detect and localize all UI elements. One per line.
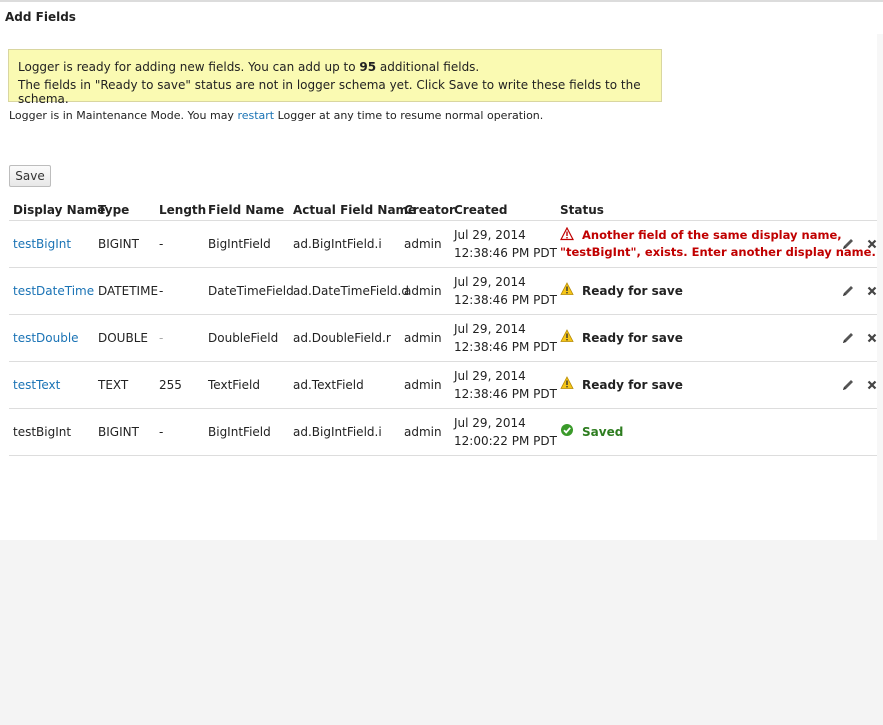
actual-field-name-cell: ad.DoubleField.r [289,314,400,362]
warning-triangle-icon [560,282,574,295]
actions-cell [831,361,879,409]
created-cell: Jul 29, 2014 12:38:46 PM PDT [450,267,557,315]
created-cell: Jul 29, 2014 12:38:46 PM PDT [450,220,557,268]
display-name-cell: testBigInt [9,408,94,456]
status-ready: Ready for save [560,282,831,298]
close-icon[interactable] [865,284,879,298]
table-row: testDateTime DATETIME - DateTimeField ad… [9,267,879,315]
header-actual-field-name[interactable]: Actual Field Name [289,199,416,221]
pencil-icon[interactable] [841,284,855,298]
field-name-cell: DoubleField [204,314,289,362]
length-cell: 255 [155,361,204,409]
warning-triangle-icon [560,376,574,389]
field-name-cell: TextField [204,361,289,409]
close-icon[interactable] [865,378,879,392]
table-header-row: Display Name Type Length Field Name Actu… [9,199,877,221]
length-cell: - [155,408,204,456]
header-created[interactable]: Created [450,199,556,221]
status-cell: Another field of the same display name, … [556,220,876,268]
header-field-name[interactable]: Field Name [204,199,289,221]
check-circle-icon [561,424,573,436]
close-icon[interactable] [865,331,879,345]
notice-count: 95 [359,60,377,74]
display-name-link[interactable]: testBigInt [13,237,71,251]
status-saved: Saved [560,424,831,439]
actions-cell [831,314,879,362]
alert-triangle-icon [560,227,574,241]
display-name-link[interactable]: testDateTime [13,284,94,298]
fields-table: Display Name Type Length Field Name Actu… [9,199,877,456]
actual-field-name-cell: ad.BigIntField.i [289,408,400,456]
table-row: testBigInt BIGINT - BigIntField ad.BigIn… [9,220,877,268]
pencil-icon[interactable] [841,378,855,392]
created-cell: Jul 29, 2014 12:38:46 PM PDT [450,361,557,409]
status-error: Another field of the same display name, … [560,227,876,259]
header-type[interactable]: Type [94,199,155,221]
field-name-cell: BigIntField [204,220,289,268]
created-cell: Jul 29, 2014 12:00:22 PM PDT [450,408,557,456]
type-cell: BIGINT [94,220,155,268]
length-cell: - [155,267,204,315]
restart-link[interactable]: restart [237,109,274,122]
actions-cell [831,267,879,315]
actual-field-name-cell: ad.DateTimeField.d [289,267,409,315]
type-cell: DATETIME [94,267,158,315]
type-cell: DOUBLE [94,314,155,362]
status-cell: Ready for save [556,267,831,315]
actual-field-name-cell: ad.TextField [289,361,400,409]
status-cell: Saved [556,408,831,456]
creator-cell: admin [400,408,450,456]
actions-cell [831,408,877,456]
page-title: Add Fields [5,10,76,24]
header-length[interactable]: Length [155,199,206,221]
status-cell: Ready for save [556,361,831,409]
ready-notice: Logger is ready for adding new fields. Y… [8,49,662,106]
notice-line-1: Logger is ready for adding new fields. Y… [18,60,480,74]
table-row: testText TEXT 255 TextField ad.TextField… [9,361,879,409]
maintenance-message: Logger is in Maintenance Mode. You may r… [9,109,544,122]
header-actions [831,199,877,221]
display-name-link[interactable]: testDouble [13,331,79,345]
type-cell: TEXT [94,361,155,409]
creator-cell: admin [400,267,450,315]
status-ready: Ready for save [560,376,831,392]
status-ready: Ready for save [560,329,831,345]
creator-cell: admin [400,361,450,409]
creator-cell: admin [400,220,450,268]
table-row: testDouble DOUBLE - DoubleField ad.Doubl… [9,314,879,362]
header-status[interactable]: Status [556,199,831,221]
creator-cell: admin [400,314,450,362]
created-cell: Jul 29, 2014 12:38:46 PM PDT [450,314,557,362]
notice-line-2: The fields in "Ready to save" status are… [18,78,641,106]
length-cell: - [155,220,204,268]
display-name-link[interactable]: testText [13,378,60,392]
pencil-icon[interactable] [841,331,855,345]
field-name-cell: DateTimeField [204,267,294,315]
status-cell: Ready for save [556,314,831,362]
table-row: testBigInt BIGINT - BigIntField ad.BigIn… [9,408,877,456]
header-display-name[interactable]: Display Name [9,199,105,221]
save-button[interactable]: Save [9,165,51,187]
header-creator[interactable]: Creator [400,199,455,221]
type-cell: BIGINT [94,408,155,456]
warning-triangle-icon [560,329,574,342]
field-name-cell: BigIntField [204,408,289,456]
actual-field-name-cell: ad.BigIntField.i [289,220,400,268]
length-cell: - [155,314,204,362]
